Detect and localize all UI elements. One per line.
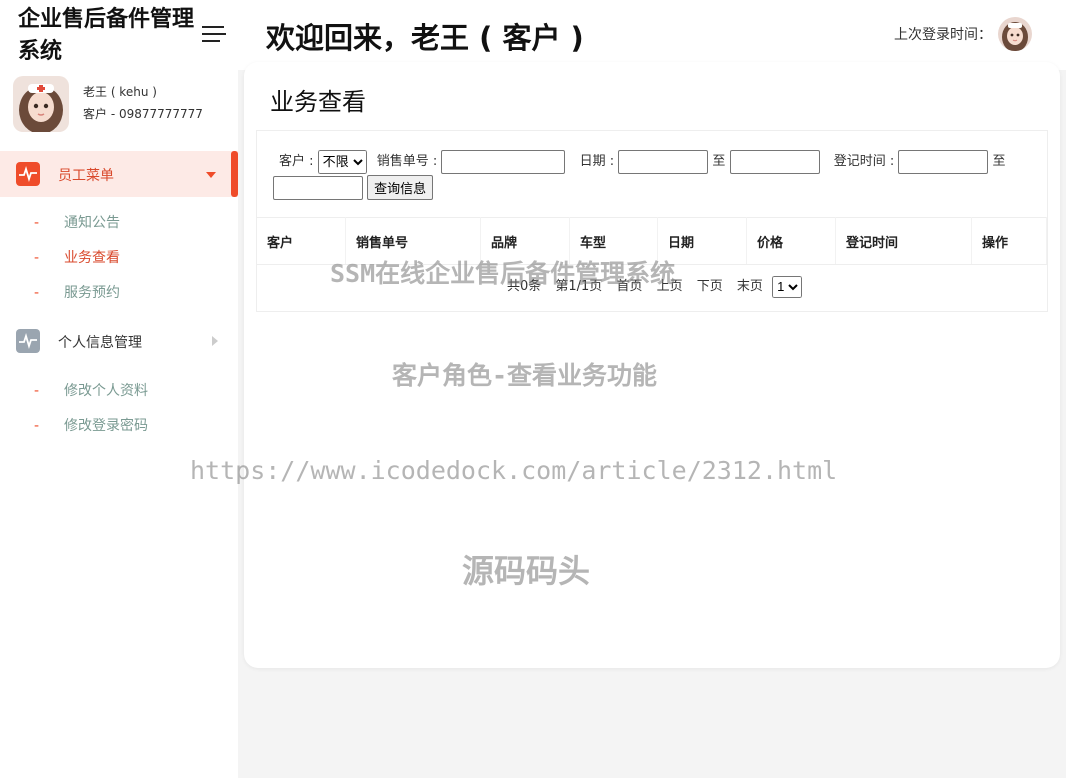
filter-form: 客户 : 不限 销售单号 : 日期 : 至 登记时间 : 至 查询信息 (273, 149, 1033, 201)
sidebar: 老王 ( kehu ) 客户 - 09877777777 员工菜单 - 通知公告 … (0, 70, 238, 778)
top-bar: 企业售后备件管理系统 欢迎回来，老王 ( 客户 ) 上次登录时间： (0, 0, 1066, 70)
caret-right-icon (212, 336, 218, 346)
watermark-title: SSM在线企业售后备件管理系统 (330, 259, 676, 288)
pulse-icon (16, 329, 40, 353)
regtime-end-input[interactable] (273, 175, 363, 200)
watermark-url: https://www.icodedock.com/article/2312.h… (190, 456, 838, 485)
welcome-heading: 欢迎回来，老王 ( 客户 ) (266, 21, 584, 55)
to-label: 至 (712, 154, 726, 169)
regtime-start-input[interactable] (898, 149, 989, 174)
profile-role: 客户 - 09877777777 (83, 107, 203, 121)
watermark-role: 客户角色-查看业务功能 (392, 361, 658, 390)
sidebar-group-personal-info[interactable]: 个人信息管理 (0, 318, 238, 364)
last-login-label: 上次登录时间： (894, 27, 992, 43)
next-page-link[interactable]: 下页 (697, 279, 723, 294)
sidebar-item-edit-profile[interactable]: - 修改个人资料 (34, 380, 148, 400)
order-no-label: 销售单号 : (376, 154, 438, 169)
sidebar-item-label: 修改登录密码 (64, 418, 148, 434)
page-title: 业务查看 (270, 88, 366, 116)
sidebar-group-label: 个人信息管理 (58, 335, 142, 351)
date-label: 日期 : (579, 154, 615, 169)
pulse-icon (16, 162, 40, 186)
column-header[interactable]: 登记时间 (835, 217, 972, 265)
date-end-input[interactable] (729, 149, 820, 174)
customer-label: 客户 : (279, 154, 314, 169)
sidebar-item-change-password[interactable]: - 修改登录密码 (34, 415, 148, 435)
menu-toggle-icon[interactable] (202, 26, 226, 44)
column-header[interactable]: 操作 (971, 217, 1047, 265)
sidebar-item-notices[interactable]: - 通知公告 (34, 212, 120, 232)
profile-avatar (13, 76, 69, 132)
sidebar-item-label: 业务查看 (64, 250, 120, 266)
user-avatar[interactable] (998, 17, 1032, 51)
sidebar-item-label: 通知公告 (64, 215, 120, 231)
sidebar-item-label: 服务预约 (64, 285, 120, 301)
active-indicator (231, 151, 238, 197)
order-no-input[interactable] (441, 149, 566, 174)
page-select[interactable]: 1 (772, 275, 803, 298)
query-button[interactable]: 查询信息 (367, 175, 434, 200)
customer-select[interactable]: 不限 (317, 149, 367, 174)
to-label: 至 (992, 154, 1006, 169)
sidebar-group-staff-menu[interactable]: 员工菜单 (0, 151, 238, 197)
app-brand: 企业售后备件管理系统 (18, 7, 195, 64)
caret-down-icon (206, 172, 216, 178)
last-page-link[interactable]: 末页 (737, 279, 763, 294)
sidebar-item-business-view[interactable]: - 业务查看 (34, 247, 120, 267)
sidebar-group-label: 员工菜单 (58, 168, 114, 184)
watermark-source: 源码码头 (462, 552, 591, 590)
sidebar-item-service-booking[interactable]: - 服务预约 (34, 282, 120, 302)
column-header[interactable]: 价格 (746, 217, 836, 265)
date-start-input[interactable] (618, 149, 709, 174)
sidebar-item-label: 修改个人资料 (64, 383, 148, 399)
regtime-label: 登记时间 : (833, 154, 895, 169)
profile-name: 老王 ( kehu ) (83, 85, 157, 99)
